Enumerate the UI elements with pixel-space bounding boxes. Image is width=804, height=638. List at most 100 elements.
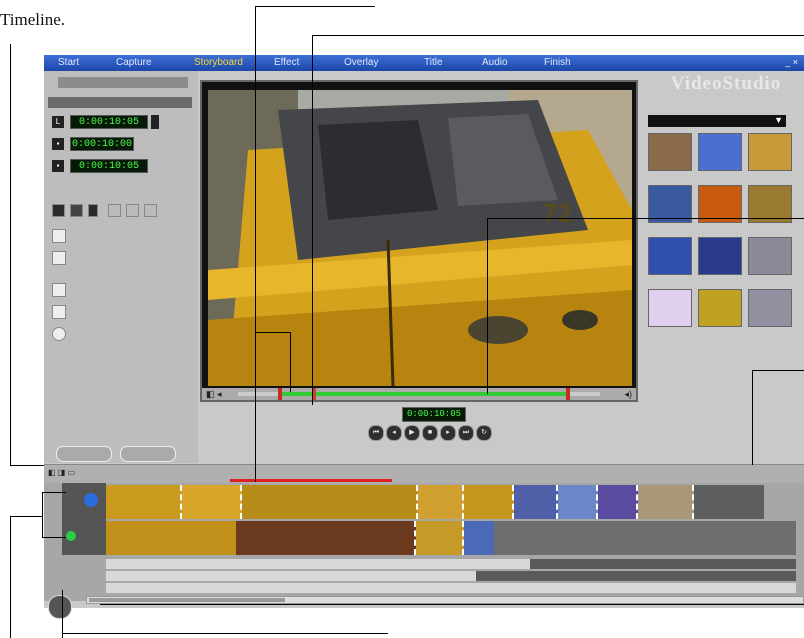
option-5[interactable] (52, 327, 192, 343)
option-3[interactable] (52, 283, 192, 299)
library-thumbnail[interactable] (698, 289, 742, 328)
duration-row: L 0:00:10:05 (52, 115, 172, 129)
zoom-wheel-icon[interactable] (48, 595, 72, 619)
menu-finish[interactable]: Finish (544, 57, 571, 68)
menu-overlay[interactable]: Overlay (344, 57, 378, 68)
mark-out-timecode[interactable]: 0:00:10:05 (70, 159, 148, 173)
fade-out-button[interactable] (126, 204, 139, 217)
library-thumbnail[interactable] (648, 133, 692, 172)
menu-start[interactable]: Start (58, 57, 79, 68)
library-thumbnail[interactable] (748, 133, 792, 172)
video-clip[interactable] (182, 485, 242, 519)
volume-icon[interactable]: ◂) (624, 389, 632, 400)
thumbnail-image (748, 237, 792, 275)
option-2[interactable] (52, 251, 192, 267)
left-panel-button-1[interactable] (56, 446, 112, 462)
leader-line (10, 44, 11, 465)
mark-out-row: ▪ 0:00:10:05 (52, 159, 172, 173)
trim-range[interactable] (280, 392, 568, 396)
video-clip[interactable] (242, 485, 418, 519)
volume-button[interactable] (70, 204, 83, 217)
video-clip[interactable] (106, 485, 182, 519)
window-buttons[interactable]: _ × (785, 57, 798, 67)
library-thumbnail[interactable] (698, 133, 742, 172)
repeat-button[interactable]: ↻ (476, 425, 492, 441)
voice-track[interactable] (106, 571, 796, 581)
previous-frame-button[interactable]: ◂ (386, 425, 402, 441)
option-1[interactable] (52, 229, 192, 245)
fade-in-button[interactable] (108, 204, 121, 217)
library-thumbnail[interactable] (648, 289, 692, 328)
thumbnail-image (648, 133, 692, 171)
video-clip[interactable] (558, 485, 598, 519)
thumbnail-image (648, 237, 692, 275)
trim-start-marker[interactable] (278, 388, 282, 400)
stop-button[interactable]: ■ (422, 425, 438, 441)
overlay-clip[interactable] (106, 521, 236, 555)
leader-line (42, 492, 43, 538)
timeline-view-icons[interactable]: ◧ ◨ ▭ (48, 468, 88, 479)
thumbnail-image (748, 289, 792, 327)
thumbnail-image (698, 237, 742, 275)
option-5-icon (52, 327, 66, 341)
svg-text:72: 72 (543, 198, 572, 228)
timeline-ruler[interactable]: ◧ ◨ ▭ (44, 464, 804, 483)
leader-line (42, 537, 66, 538)
menu-capture[interactable]: Capture (116, 57, 152, 68)
duration-spinner[interactable] (151, 115, 159, 129)
music-track[interactable] (106, 583, 796, 593)
empty-overlay-area (494, 521, 796, 555)
preview-player: 72 ◧ ◂ ◂) (200, 80, 638, 402)
panel-header (48, 97, 192, 108)
library-thumbnail[interactable] (648, 237, 692, 276)
library-thumbnail[interactable] (748, 289, 792, 328)
mute-button[interactable] (52, 204, 65, 217)
video-clip[interactable] (418, 485, 464, 519)
overlay-clip[interactable] (416, 521, 464, 555)
library-thumbnail[interactable] (698, 237, 742, 276)
menu-storyboard[interactable]: Storyboard (194, 57, 243, 68)
option-4[interactable] (52, 305, 192, 321)
volume-spin-button[interactable] (88, 204, 98, 217)
play-button[interactable]: ▶ (404, 425, 420, 441)
mark-out-icon: ▪ (52, 160, 64, 172)
duration-icon: L (52, 116, 64, 128)
play-mode-icon[interactable]: ◧ ◂ (206, 389, 222, 400)
video-track-icon (84, 493, 98, 507)
duration-timecode[interactable]: 0:00:10:05 (70, 115, 148, 129)
mark-in-icon: ▪ (52, 138, 64, 150)
option-2-icon (52, 251, 66, 265)
title-track[interactable] (106, 559, 796, 569)
library-dropdown[interactable]: ▼ (648, 115, 786, 127)
home-button[interactable]: ⏮ (368, 425, 384, 441)
menu-effect[interactable]: Effect (274, 57, 299, 68)
library-thumbnail[interactable] (748, 237, 792, 276)
scrollbar-thumb[interactable] (89, 598, 285, 602)
overlay-clip[interactable] (236, 521, 416, 555)
mark-in-timecode[interactable]: 0:00:10:00 (70, 137, 134, 151)
leader-line (255, 6, 256, 482)
scrub-bar[interactable]: ◧ ◂ ◂) (202, 388, 636, 400)
rotate-button[interactable] (144, 204, 157, 217)
leader-line (487, 218, 804, 219)
leader-line (752, 370, 753, 465)
trim-end-marker[interactable] (566, 388, 570, 400)
step-menubar: Start Capture Storyboard Effect Overlay … (44, 55, 804, 71)
leader-line (62, 590, 63, 638)
video-clip[interactable] (598, 485, 638, 519)
next-frame-button[interactable]: ▸ (440, 425, 456, 441)
leader-line (10, 465, 44, 466)
menu-audio[interactable]: Audio (482, 57, 508, 68)
timeline-scrollbar[interactable] (86, 596, 804, 604)
overlay-clip[interactable] (464, 521, 494, 555)
video-track-header[interactable] (62, 483, 106, 519)
video-clip[interactable] (638, 485, 694, 519)
menu-title[interactable]: Title (424, 57, 443, 68)
transport-timecode[interactable]: 0:00:10:05 (402, 407, 466, 422)
end-button[interactable]: ⏭ (458, 425, 474, 441)
left-panel-button-2[interactable] (120, 446, 176, 462)
video-clip[interactable] (464, 485, 514, 519)
overlay-track-header[interactable] (62, 519, 106, 555)
video-clip[interactable] (514, 485, 558, 519)
leader-line (10, 516, 42, 517)
